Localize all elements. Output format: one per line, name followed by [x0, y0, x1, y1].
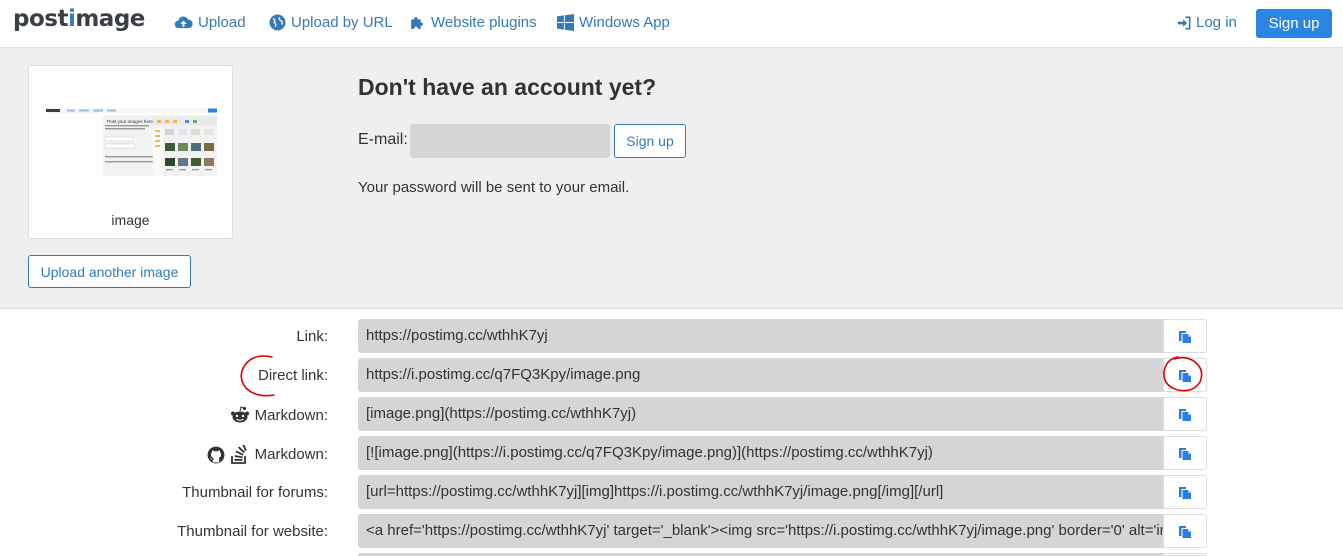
thumbnail-website-row-label: Thumbnail for website: [177, 523, 328, 540]
puzzle-icon [411, 17, 423, 29]
markdown-github-row: Markdown: [![image.png](https://i.postim… [0, 436, 1343, 470]
copy-markdown-reddit-button[interactable] [1163, 397, 1207, 431]
svg-text:Post your images here: Post your images here [107, 119, 153, 124]
direct-link-field[interactable]: https://i.postimg.cc/q7FQ3Kpy/image.png [358, 358, 1164, 392]
reddit-icon [230, 406, 249, 423]
account-heading: Don't have an account yet? [358, 74, 657, 100]
thumbnail-website-row: Thumbnail for website: <a href='https://… [0, 514, 1343, 548]
link-field[interactable]: https://postimg.cc/wthhK7yj [358, 319, 1164, 353]
copy-link-button[interactable] [1163, 319, 1207, 353]
github-icon [207, 446, 225, 463]
nav-upload-label: Upload [198, 14, 246, 31]
stackoverflow-icon [230, 445, 247, 464]
nav-windows-app-label: Windows App [579, 14, 670, 31]
nav-upload-by-url-label: Upload by URL [291, 14, 393, 31]
markdown-reddit-row: Markdown: [image.png](https://postimg.cc… [0, 397, 1343, 431]
windows-icon [557, 14, 574, 31]
nav-upload-by-url[interactable]: Upload by URL [269, 14, 393, 31]
globe-icon [269, 14, 286, 31]
copy-icon [1179, 486, 1191, 499]
copy-direct-link-button[interactable] [1163, 358, 1207, 392]
copy-icon [1179, 525, 1191, 538]
nav-website-plugins-label: Website plugins [431, 14, 537, 31]
copy-thumbnail-website-button[interactable] [1163, 514, 1207, 548]
link-row: Link: https://postimg.cc/wthhK7yj [0, 319, 1343, 353]
copy-icon [1179, 408, 1191, 421]
password-note: Your password will be sent to your email… [358, 179, 630, 196]
markdown-github-field[interactable]: [![image.png](https://i.postimg.cc/q7FQ3… [358, 436, 1164, 470]
sign-in-icon [1177, 16, 1191, 29]
link-row-label: Link: [296, 328, 328, 345]
thumbnail-forums-row-label: Thumbnail for forums: [182, 484, 328, 501]
upload-result-panel: Post your images here image Upload anoth… [0, 48, 1343, 309]
nav-signup-button[interactable]: Sign up [1256, 9, 1332, 38]
direct-link-row-label: Direct link: [257, 367, 328, 384]
nav-upload[interactable]: Upload [174, 14, 246, 31]
markdown-reddit-row-label: Markdown: [230, 406, 328, 424]
copy-markdown-github-button[interactable] [1163, 436, 1207, 470]
copy-thumbnail-forums-button[interactable] [1163, 475, 1207, 509]
copy-icon [1179, 447, 1191, 460]
top-navbar: postimage Upload Upload by URL Website p… [0, 0, 1343, 48]
email-signup-button[interactable]: Sign up [614, 124, 686, 158]
postimage-logo[interactable]: postimage [13, 6, 145, 32]
direct-link-row: Direct link: https://i.postimg.cc/q7FQ3K… [0, 358, 1343, 392]
nav-website-plugins[interactable]: Website plugins [409, 14, 537, 31]
image-thumbnail[interactable]: Post your images here [45, 108, 217, 176]
email-label: E-mail: [358, 131, 408, 148]
nav-login-label: Log in [1196, 14, 1237, 31]
nav-login[interactable]: Log in [1177, 14, 1237, 31]
markdown-github-row-label: Markdown: [207, 445, 328, 464]
image-caption: image [111, 212, 150, 228]
cloud-upload-icon [174, 16, 193, 29]
thumbnail-website-field[interactable]: <a href='https://postimg.cc/wthhK7yj' ta… [358, 514, 1164, 548]
thumbnail-forums-row: Thumbnail for forums: [url=https://posti… [0, 475, 1343, 509]
email-input[interactable] [410, 124, 610, 158]
copy-icon [1179, 330, 1191, 343]
copy-icon [1179, 369, 1191, 382]
markdown-reddit-field[interactable]: [image.png](https://postimg.cc/wthhK7yj) [358, 397, 1164, 431]
thumbnail-forums-field[interactable]: [url=https://postimg.cc/wthhK7yj][img]ht… [358, 475, 1164, 509]
thumbnail-preview-graphic: Post your images here [45, 108, 217, 176]
upload-another-image-button[interactable]: Upload another image [28, 255, 191, 288]
nav-windows-app[interactable]: Windows App [557, 14, 670, 31]
image-preview-card[interactable]: Post your images here image [28, 65, 233, 239]
